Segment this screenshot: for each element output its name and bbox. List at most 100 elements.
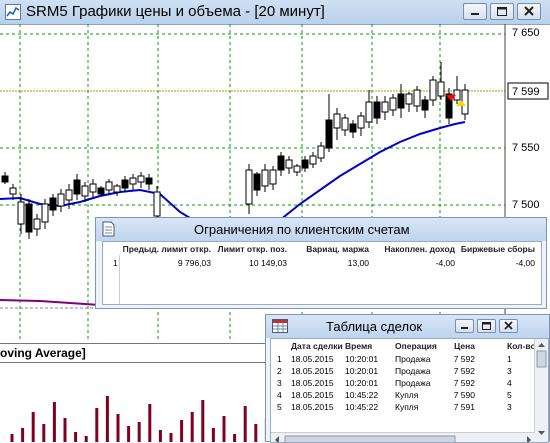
- candle-body: [341, 117, 349, 131]
- trade-op: Продажа: [395, 354, 431, 364]
- trade-price: 7 592: [453, 378, 475, 388]
- trade-price: 7 590: [453, 390, 475, 400]
- candle: [365, 90, 373, 128]
- trades-maximize-button[interactable]: [477, 319, 496, 333]
- trade-qty: 5: [507, 390, 512, 400]
- trades-vertical-scrollbar[interactable]: [534, 339, 548, 442]
- trade-time: 10:20:01: [345, 354, 379, 364]
- close-icon: [504, 321, 513, 330]
- candle: [413, 86, 421, 112]
- candle: [261, 164, 269, 192]
- candle-body: [33, 218, 41, 230]
- maximize-button[interactable]: [490, 3, 514, 20]
- candle: [41, 199, 49, 229]
- candle: [357, 112, 365, 136]
- candle: [445, 88, 453, 124]
- col-price: Цена: [454, 341, 475, 351]
- limits-window[interactable]: Ограничения по клиентским счетам Предыд.…: [95, 217, 547, 309]
- candle-body: [145, 177, 153, 185]
- close-button[interactable]: [517, 3, 541, 20]
- trade-price: 7 591: [453, 402, 475, 412]
- trade-n: 1: [277, 354, 282, 364]
- trade-qty: 4: [507, 378, 512, 388]
- candle: [145, 174, 153, 190]
- trade-time: 10:20:01: [345, 378, 379, 388]
- candle-body: [461, 89, 469, 115]
- candle: [97, 186, 105, 196]
- prev-limit-value: 9 796,03: [177, 258, 211, 268]
- candle: [121, 176, 129, 192]
- limits-row[interactable]: 1 9 796,03 10 149,03 13,00 -4,00 -4,00: [103, 257, 541, 269]
- candle: [373, 96, 381, 124]
- candle: [293, 164, 301, 176]
- trade-qty: 1: [507, 354, 512, 364]
- trade-date: 18.05.2015: [291, 390, 334, 400]
- trade-row[interactable]: 1 18.05.2015 10:20:01 Продажа 7 592 1: [271, 353, 537, 365]
- candle-body: [65, 189, 73, 201]
- candle: [421, 96, 429, 118]
- limits-title-bar: Ограничения по клиентским счетам: [96, 218, 546, 241]
- candle: [17, 194, 25, 234]
- candle: [57, 189, 65, 212]
- candle: [89, 179, 97, 199]
- candle: [1, 172, 9, 184]
- candle: [389, 94, 397, 116]
- col-time: Время: [345, 341, 373, 351]
- candle: [309, 152, 317, 168]
- candle-body: [49, 197, 57, 211]
- limits-title: Ограничения по клиентским счетам: [194, 222, 410, 237]
- candle-body: [381, 101, 389, 113]
- trades-close-button[interactable]: [499, 319, 518, 333]
- candle-body: [57, 193, 65, 207]
- col-fees: Биржевые сборы: [460, 244, 535, 254]
- candle-body: [421, 99, 429, 111]
- candle-body: [277, 155, 285, 171]
- margin-value: 13,00: [347, 258, 369, 268]
- trade-n: 4: [277, 390, 282, 400]
- candle-body: [73, 179, 81, 195]
- trades-window[interactable]: Таблица сделок Дата сделки Время Операци…: [265, 314, 550, 443]
- candle-body: [333, 113, 341, 129]
- candle-body: [301, 159, 309, 169]
- limits-table[interactable]: Предыд. лимит откр. Лимит откр. поз. Вар…: [102, 241, 542, 305]
- trades-horizontal-scrollbar[interactable]: [271, 432, 535, 442]
- trade-time: 10:20:01: [345, 366, 379, 376]
- trades-minimize-button[interactable]: [455, 319, 474, 333]
- candle: [437, 62, 445, 100]
- candle: [129, 174, 137, 190]
- trade-row[interactable]: 3 18.05.2015 10:20:01 Продажа 7 592 4: [271, 377, 537, 389]
- candle-body: [429, 79, 437, 101]
- candle-body: [1, 175, 9, 183]
- trade-n: 5: [277, 402, 282, 412]
- trade-date: 18.05.2015: [291, 378, 334, 388]
- candle-body: [9, 187, 17, 195]
- candle-body: [269, 169, 277, 185]
- trades-table[interactable]: Дата сделки Время Операция Цена Кол-во 1…: [270, 338, 549, 443]
- col-income: Накоплен. доход: [384, 244, 455, 254]
- trade-op: Купля: [395, 390, 419, 400]
- limit-value: 10 149,03: [249, 258, 287, 268]
- candle-body: [349, 123, 357, 133]
- trades-title-bar: Таблица сделок: [266, 315, 549, 338]
- trade-row[interactable]: 5 18.05.2015 10:45:22 Купля 7 591 3: [271, 401, 537, 413]
- minimize-button[interactable]: [463, 3, 487, 20]
- candle-body: [253, 173, 261, 191]
- candle-body: [389, 97, 397, 111]
- col-date: Дата сделки: [291, 341, 343, 351]
- trade-row[interactable]: 2 18.05.2015 10:20:01 Продажа 7 592 3: [271, 365, 537, 377]
- candle-body: [261, 169, 269, 187]
- trade-date: 18.05.2015: [291, 366, 334, 376]
- window-title-bar: SRM5 Графики цены и объема - [20 минут]: [0, 0, 550, 25]
- candle: [277, 152, 285, 176]
- candle: [33, 214, 41, 236]
- candle: [317, 142, 325, 162]
- trade-date: 18.05.2015: [291, 402, 334, 412]
- candle-body: [293, 165, 301, 173]
- trade-date: 18.05.2015: [291, 354, 334, 364]
- trade-row[interactable]: 4 18.05.2015 10:45:22 Купля 7 590 5: [271, 389, 537, 401]
- candle-body: [129, 177, 137, 185]
- maximize-icon: [497, 7, 507, 16]
- candle-body: [373, 101, 381, 119]
- trade-qty: 3: [507, 366, 512, 376]
- current-price-label: 7 599: [512, 86, 540, 98]
